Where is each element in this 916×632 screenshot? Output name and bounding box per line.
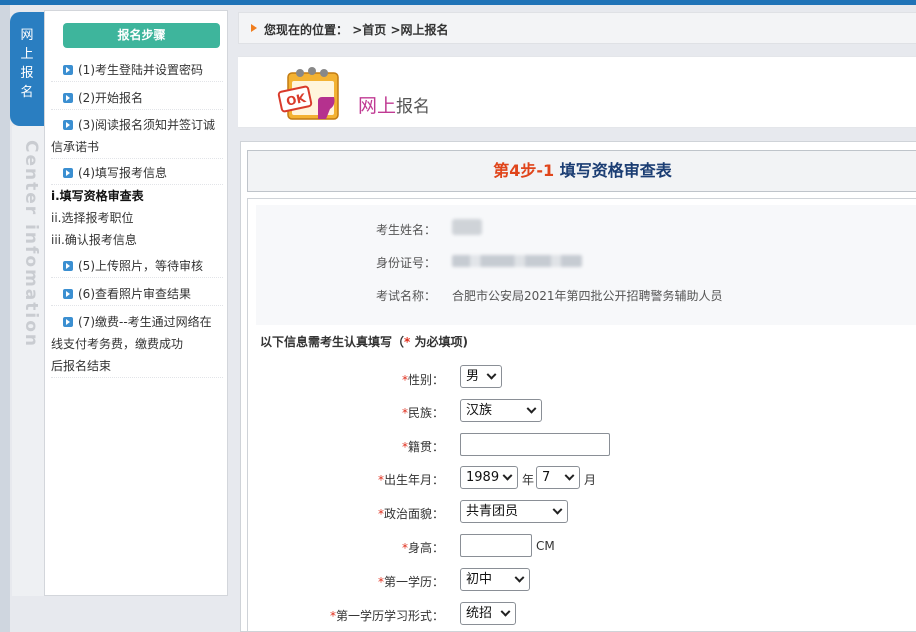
banner-title: 网上报名 — [358, 91, 430, 118]
substep-select-position[interactable]: ii.选择报考职位 — [51, 207, 133, 229]
edu1-form-select[interactable]: 统招 — [460, 602, 516, 625]
arrow-right-icon — [251, 24, 257, 32]
id-label: 身份证号： — [375, 256, 436, 270]
breadcrumb-prefix: 您现在的位置： — [264, 23, 349, 37]
vtab-char: 上 — [20, 47, 34, 62]
breadcrumb-home-link[interactable]: >首页 — [352, 23, 386, 37]
height-label: *身高： — [401, 541, 444, 555]
arrow-bullet-icon — [63, 261, 73, 271]
ethnicity-label: *民族： — [401, 406, 444, 420]
chevron-down-icon — [552, 504, 563, 515]
arrow-bullet-icon — [63, 93, 73, 103]
arrow-bullet-icon — [63, 65, 73, 75]
arrow-bullet-icon — [63, 120, 73, 130]
sidebar-step-4[interactable]: (4)填写报考信息 — [51, 162, 223, 185]
sidebar-step-5[interactable]: (5)上传照片，等待审核 — [51, 255, 223, 278]
edu1-label: *第一学历： — [377, 575, 444, 589]
politics-select[interactable]: 共青团员 — [460, 500, 568, 523]
candidate-info-block: 考生姓名： 身份证号： 考试名称： 合肥市公安局2021年第四批公开招聘警务辅助… — [256, 205, 916, 325]
edu1-select[interactable]: 初中 — [460, 568, 530, 591]
banner-title-b: 报名 — [396, 97, 431, 117]
sidebar-step-7[interactable]: (7)缴费--考生通过网络在 线支付考务费，缴费成功 后报名结束 — [51, 311, 223, 378]
required-notice: 以下信息需考生认真填写（* 为必填项) — [260, 333, 468, 350]
exam-label: 考试名称： — [375, 289, 436, 303]
birth-label: *出生年月： — [377, 473, 444, 487]
step-label: (7)缴费--考生通过网络在 — [78, 315, 212, 329]
edu1-form-label: *第一学历学习形式： — [329, 609, 444, 623]
vtab-char: 名 — [20, 85, 34, 100]
step-label: (6)查看照片审查结果 — [78, 287, 191, 301]
left-strip — [0, 5, 10, 632]
month-unit: 月 — [584, 473, 597, 487]
chevron-down-icon — [486, 369, 497, 380]
substep-confirm-info[interactable]: iii.确认报考信息 — [51, 229, 137, 251]
id-value-redacted — [452, 255, 582, 267]
native-place-label: *籍贯： — [401, 440, 444, 454]
height-input[interactable] — [460, 534, 532, 557]
ok-calendar-icon: OK — [277, 67, 339, 120]
chevron-down-icon — [526, 403, 537, 414]
height-unit: CM — [536, 539, 555, 553]
qualification-form: 第4步-1 填写资格审查表 考生姓名： 身份证号： 考试名称： 合肥市公安局20… — [240, 141, 916, 632]
chevron-down-icon — [514, 572, 525, 583]
substep-fill-qualification[interactable]: i.填写资格审查表 — [51, 185, 144, 207]
name-label: 考生姓名： — [375, 223, 436, 237]
vertical-english-label: Center infomation — [21, 140, 41, 348]
breadcrumb-current[interactable]: >网上报名 — [390, 23, 448, 37]
arrow-bullet-icon — [63, 289, 73, 299]
step-label-cont: 线支付考务费，缴费成功 — [51, 337, 184, 351]
step-number: 第4步-1 — [493, 161, 555, 180]
name-value-redacted — [452, 219, 482, 235]
gender-select[interactable]: 男 — [460, 365, 502, 388]
step-label-cont: 后报名结束 — [51, 359, 112, 373]
vtab-char: 网 — [20, 28, 34, 43]
top-bar — [0, 0, 916, 5]
banner-title-a: 网上 — [358, 95, 397, 117]
form-body: 考生姓名： 身份证号： 考试名称： 合肥市公安局2021年第四批公开招聘警务辅助… — [247, 198, 916, 632]
sidebar-step-2[interactable]: (2)开始报名 — [51, 87, 223, 110]
sidebar-step-1[interactable]: (1)考生登陆并设置密码 — [51, 59, 223, 82]
step-label: (4)填写报考信息 — [78, 166, 167, 180]
chevron-down-icon — [502, 470, 513, 481]
sidebar-step-3[interactable]: (3)阅读报名须知并签订诚 信承诺书 — [51, 114, 223, 159]
ethnicity-select[interactable]: 汉族 — [460, 399, 542, 422]
gender-label: *性别： — [401, 373, 444, 387]
step-label: (5)上传照片，等待审核 — [78, 259, 203, 273]
notice-text-end: 为必填项) — [410, 335, 468, 349]
native-place-input[interactable] — [460, 433, 610, 456]
year-unit: 年 — [522, 473, 535, 487]
arrow-bullet-icon — [63, 317, 73, 327]
step-label-cont: 信承诺书 — [51, 140, 100, 154]
step-header: 第4步-1 填写资格审查表 — [247, 150, 916, 192]
chevron-down-icon — [500, 606, 511, 617]
breadcrumb: 您现在的位置： >首页 >网上报名 — [238, 12, 916, 44]
step-label: (3)阅读报名须知并签订诚 — [78, 118, 215, 132]
arrow-bullet-icon — [63, 168, 73, 178]
step-label: (2)开始报名 — [78, 91, 143, 105]
sidebar-step-6[interactable]: (6)查看照片审查结果 — [51, 283, 223, 306]
notice-text: 以下信息需考生认真填写（ — [260, 335, 405, 349]
step-label: (1)考生登陆并设置密码 — [78, 63, 203, 77]
chevron-down-icon — [564, 470, 575, 481]
politics-label: *政治面貌： — [377, 507, 444, 521]
exam-value: 合肥市公安局2021年第四批公开招聘警务辅助人员 — [452, 289, 723, 303]
vtab-char: 报 — [20, 66, 34, 81]
birth-year-select[interactable]: 1989 — [460, 466, 518, 489]
sidebar-header: 报名步骤 — [63, 23, 220, 48]
birth-month-select[interactable]: 7 — [536, 466, 580, 489]
vertical-tab-online-registration[interactable]: 网 上 报 名 — [10, 12, 44, 126]
page-banner: OK 网上报名 — [238, 56, 916, 128]
steps-sidebar: 报名步骤 (1)考生登陆并设置密码 (2)开始报名 (3)阅读报名须知并签订诚 … — [44, 10, 228, 596]
step-title: 填写资格审查表 — [559, 161, 672, 180]
